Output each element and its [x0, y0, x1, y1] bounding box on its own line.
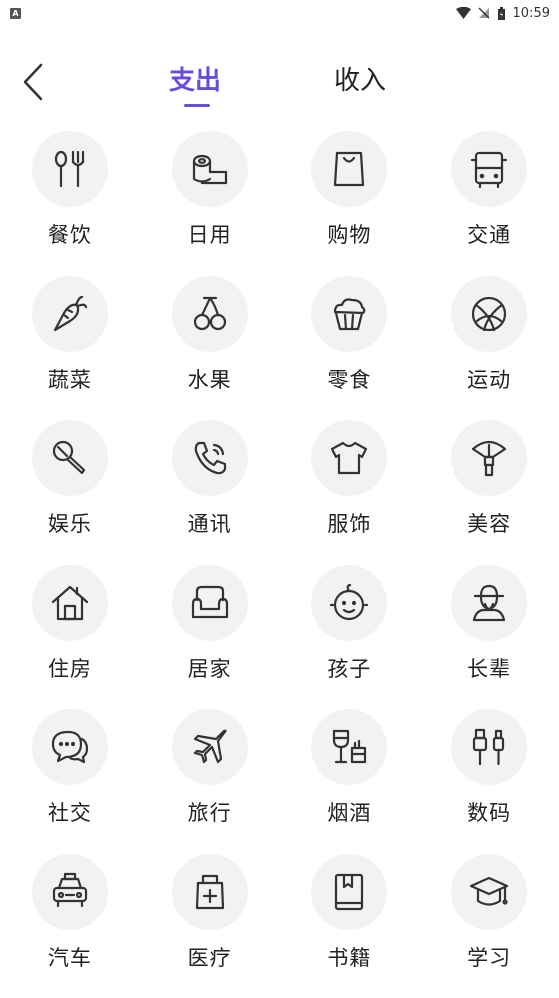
basketball-icon: [468, 293, 510, 335]
category-entertainment[interactable]: 娱乐: [0, 420, 140, 565]
microphone-icon: [49, 437, 91, 479]
category-label: 运动: [467, 364, 511, 394]
medical-kit-icon: [189, 871, 231, 913]
category-label: 通讯: [188, 508, 232, 538]
tissue-roll-icon: [189, 148, 231, 190]
category-books[interactable]: 书籍: [280, 854, 420, 998]
category-label: 汽车: [48, 942, 92, 972]
baby-face-icon: [328, 582, 370, 624]
cherry-icon: [189, 293, 231, 335]
graduation-cap-icon: [468, 871, 510, 913]
bus-icon: [468, 148, 510, 190]
category-beauty[interactable]: 美容: [419, 420, 559, 565]
battery-icon: [497, 7, 506, 20]
category-shopping[interactable]: 购物: [280, 131, 420, 276]
cupcake-icon: [328, 293, 370, 335]
category-home[interactable]: 居家: [140, 565, 280, 710]
tab-expense[interactable]: 支出: [169, 60, 221, 97]
category-travel[interactable]: 旅行: [140, 709, 280, 854]
clock: 10:59: [513, 6, 550, 21]
category-label: 住房: [48, 653, 92, 683]
sofa-icon: [189, 582, 231, 624]
category-label: 数码: [467, 797, 511, 827]
category-study[interactable]: 学习: [419, 854, 559, 998]
phone-icon: [189, 437, 231, 479]
category-housing[interactable]: 住房: [0, 565, 140, 710]
category-label: 交通: [467, 219, 511, 249]
no-signal-icon: [478, 7, 490, 19]
category-vegetables[interactable]: 蔬菜: [0, 276, 140, 421]
category-label: 餐饮: [48, 219, 92, 249]
category-transport[interactable]: 交通: [419, 131, 559, 276]
category-children[interactable]: 孩子: [280, 565, 420, 710]
makeup-brush-icon: [468, 437, 510, 479]
elder-icon: [468, 582, 510, 624]
active-tab-indicator: [184, 104, 210, 107]
category-label: 服饰: [327, 508, 371, 538]
category-label: 蔬菜: [48, 364, 92, 394]
wine-cigarette-icon: [328, 726, 370, 768]
category-fruit[interactable]: 水果: [140, 276, 280, 421]
category-medical[interactable]: 医疗: [140, 854, 280, 998]
house-icon: [49, 582, 91, 624]
header: 支出 收入: [0, 50, 559, 110]
chat-bubbles-icon: [49, 726, 91, 768]
category-dining[interactable]: 餐饮: [0, 131, 140, 276]
category-label: 烟酒: [327, 797, 371, 827]
chevron-left-icon: [14, 60, 54, 104]
category-clothing[interactable]: 服饰: [280, 420, 420, 565]
category-label: 购物: [327, 219, 371, 249]
category-grid: 餐饮 日用 购物 交通: [0, 131, 559, 998]
category-label: 娱乐: [48, 508, 92, 538]
spoon-fork-icon: [49, 148, 91, 190]
category-digital[interactable]: 数码: [419, 709, 559, 854]
category-sports[interactable]: 运动: [419, 276, 559, 421]
category-social[interactable]: 社交: [0, 709, 140, 854]
carrot-icon: [49, 293, 91, 335]
category-label: 医疗: [188, 942, 232, 972]
category-daily-use[interactable]: 日用: [140, 131, 280, 276]
back-button[interactable]: [14, 60, 54, 104]
category-communication[interactable]: 通讯: [140, 420, 280, 565]
category-label: 社交: [48, 797, 92, 827]
category-label: 日用: [188, 219, 232, 249]
car-icon: [49, 871, 91, 913]
tab-income[interactable]: 收入: [334, 60, 386, 97]
category-label: 零食: [327, 364, 371, 394]
airplane-icon: [189, 726, 231, 768]
category-label: 长辈: [467, 653, 511, 683]
category-car[interactable]: 汽车: [0, 854, 140, 998]
wifi-icon: [456, 7, 471, 19]
category-tobacco-alcohol[interactable]: 烟酒: [280, 709, 420, 854]
status-bar: A 10:59: [0, 0, 559, 26]
category-snacks[interactable]: 零食: [280, 276, 420, 421]
tshirt-icon: [328, 437, 370, 479]
category-label: 学习: [467, 942, 511, 972]
category-label: 孩子: [327, 653, 371, 683]
category-label: 旅行: [188, 797, 232, 827]
app-notification-icon: A: [10, 8, 21, 19]
category-label: 书籍: [327, 942, 371, 972]
usb-cable-icon: [468, 726, 510, 768]
category-label: 美容: [467, 508, 511, 538]
category-label: 居家: [188, 653, 232, 683]
book-icon: [328, 871, 370, 913]
shopping-bag-icon: [328, 148, 370, 190]
category-elders[interactable]: 长辈: [419, 565, 559, 710]
category-label: 水果: [188, 364, 232, 394]
